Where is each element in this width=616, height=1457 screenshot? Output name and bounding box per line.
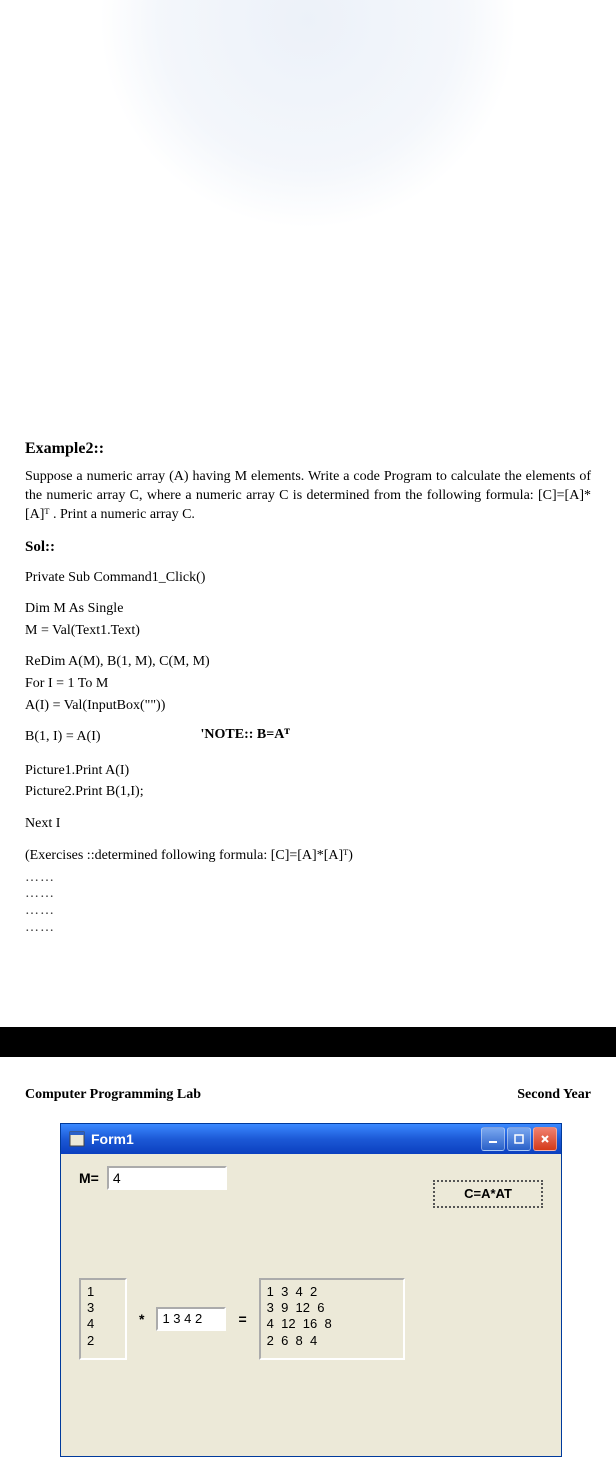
example-heading: Example2:: — [25, 440, 591, 458]
watermark-logo — [98, 0, 518, 230]
close-button[interactable] — [533, 1127, 557, 1151]
exercises-line: (Exercises ::determined following formul… — [25, 848, 591, 864]
maximize-button[interactable] — [507, 1127, 531, 1151]
code-line: B(1, I) = A(I) — [25, 727, 101, 747]
code-block-6: Next I — [25, 814, 591, 834]
code-line: ReDim A(M), B(1, M), C(M, M) — [25, 652, 591, 672]
code-block-1: Private Sub Command1_Click() — [25, 568, 591, 588]
m-label: M= — [79, 1170, 99, 1186]
form-body: M= C=A*AT 1 3 4 2 * = 1 3 4 2 3 9 12 6 4… — [61, 1154, 561, 1456]
picture-a: 1 3 4 2 — [79, 1278, 127, 1360]
vector-b-input[interactable] — [156, 1307, 226, 1331]
code-line: Picture2.Print B(1,I); — [25, 782, 591, 802]
page-divider — [0, 1027, 616, 1057]
window-controls — [481, 1127, 557, 1151]
code-line: Private Sub Command1_Click() — [25, 568, 591, 588]
calculate-button[interactable]: C=A*AT — [433, 1180, 543, 1208]
code-block-3: ReDim A(M), B(1, M), C(M, M) For I = 1 T… — [25, 652, 591, 715]
blank-line: …… — [25, 920, 591, 937]
code-block-5: Picture1.Print A(I) Picture2.Print B(1,I… — [25, 761, 591, 802]
equals-symbol: = — [236, 1311, 248, 1327]
form-title: Form1 — [91, 1131, 134, 1147]
footer-course: Computer Programming Lab — [25, 1087, 201, 1103]
code-line: For I = 1 To M — [25, 674, 591, 694]
blank-line: …… — [25, 886, 591, 903]
blank-line: …… — [25, 870, 591, 887]
problem-statement: Suppose a numeric array (A) having M ele… — [25, 468, 591, 525]
picture-c: 1 3 4 2 3 9 12 6 4 12 16 8 2 6 8 4 — [259, 1278, 405, 1360]
minimize-button[interactable] — [481, 1127, 505, 1151]
code-line: Dim M As Single — [25, 599, 591, 619]
form-icon — [69, 1131, 85, 1147]
code-block-2: Dim M As Single M = Val(Text1.Text) — [25, 599, 591, 640]
titlebar[interactable]: Form1 — [61, 1124, 561, 1154]
code-line: Next I — [25, 814, 591, 834]
footer-year: Second Year — [517, 1087, 591, 1103]
multiply-symbol: * — [137, 1311, 146, 1327]
code-block-4: B(1, I) = A(I) 'NOTE:: B=Aᵀ — [25, 727, 591, 749]
code-note: 'NOTE:: B=Aᵀ — [201, 727, 290, 749]
code-line: Picture1.Print A(I) — [25, 761, 591, 781]
m-input[interactable] — [107, 1166, 227, 1190]
blank-line: …… — [25, 903, 591, 920]
vb-form-window: Form1 M= C=A*AT 1 3 4 2 * = — [60, 1123, 562, 1457]
code-line: M = Val(Text1.Text) — [25, 621, 591, 641]
solution-heading: Sol:: — [25, 539, 591, 556]
code-line: A(I) = Val(InputBox("")) — [25, 696, 591, 716]
